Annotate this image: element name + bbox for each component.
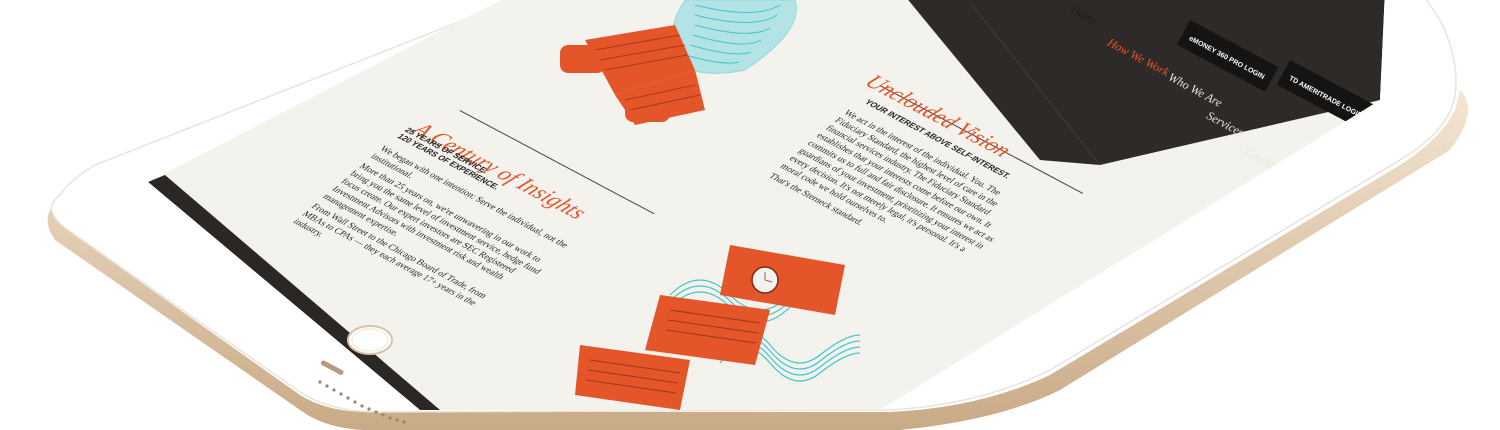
grandfather-clock-illustration xyxy=(575,245,861,410)
binoculars-illustration xyxy=(560,0,797,125)
lightning-port xyxy=(320,360,344,375)
speaker-grille xyxy=(318,360,406,424)
tablet-device: Home How We Work Who We Are Services Con… xyxy=(0,0,1500,430)
